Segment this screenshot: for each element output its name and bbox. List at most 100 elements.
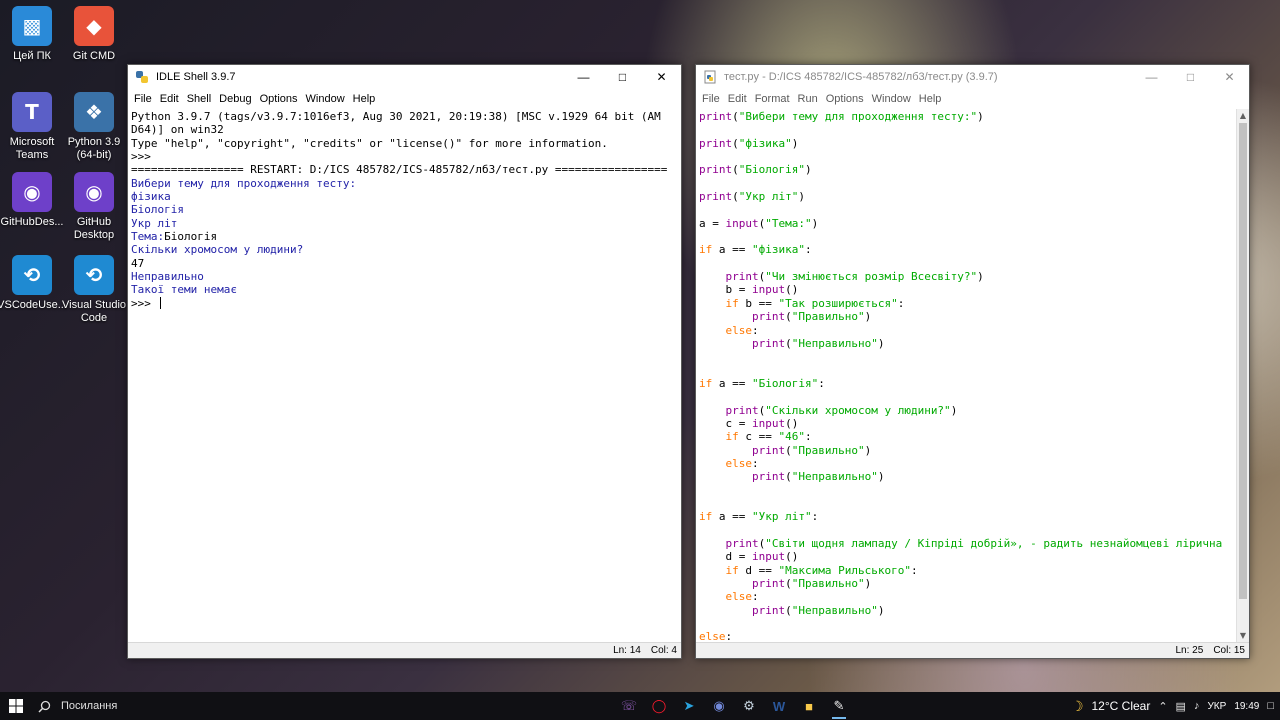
- shell-output-area[interactable]: Python 3.9.7 (tags/v3.9.7:1016ef3, Aug 3…: [128, 109, 681, 642]
- shell-col-indicator: Col: 4: [650, 645, 677, 656]
- editor-menu-file[interactable]: File: [698, 93, 724, 105]
- minimize-icon[interactable]: —: [564, 65, 603, 89]
- notifications-icon[interactable]: □: [1267, 700, 1274, 712]
- code-line: d = input(): [699, 550, 799, 564]
- desktop-shortcut[interactable]: ⟲ Visual Studio Code: [62, 255, 126, 325]
- editor-menu-window[interactable]: Window: [868, 93, 915, 105]
- maximize-icon[interactable]: □: [1171, 65, 1210, 89]
- search-label: Посилання: [61, 700, 118, 712]
- editor-vertical-scrollbar[interactable]: ▲ ▼: [1236, 109, 1249, 642]
- editor-menu-edit[interactable]: Edit: [724, 93, 751, 105]
- code-line: print("фізика"): [699, 136, 799, 150]
- code-line: else:: [725, 590, 759, 604]
- editor-titlebar[interactable]: тест.py - D:/ICS 485782/ICS-485782/лб3/т…: [696, 65, 1249, 89]
- code-line: if a == "фізика":: [699, 243, 812, 257]
- shell-titlebar[interactable]: IDLE Shell 3.9.7 — □ ✕: [128, 65, 681, 89]
- network-icon[interactable]: ▤: [1176, 700, 1186, 713]
- idle-editor-window[interactable]: тест.py - D:/ICS 485782/ICS-485782/лб3/т…: [695, 64, 1250, 659]
- scrollbar-thumb[interactable]: [1239, 123, 1247, 599]
- shell-menu-window[interactable]: Window: [302, 93, 349, 105]
- desktop-shortcut[interactable]: T Microsoft Teams: [0, 92, 64, 162]
- idle-shell-window[interactable]: IDLE Shell 3.9.7 — □ ✕ File Edit Shell Debu…: [127, 64, 682, 659]
- code-line: print("Вибери тему для проходження тесту…: [699, 110, 984, 123]
- git-icon: ◆: [74, 6, 114, 46]
- desktop-shortcut-label: GitHub Desktop: [73, 216, 115, 241]
- this-pc-icon: ▩: [12, 6, 52, 46]
- code-line: print("Неправильно"): [751, 603, 885, 617]
- desktop-shortcut[interactable]: ◉ GitHubDes...: [0, 172, 64, 229]
- chevron-up-icon[interactable]: ⌃: [1158, 700, 1167, 713]
- editor-menu-run[interactable]: Run: [794, 93, 822, 105]
- shell-menu-shell[interactable]: Shell: [183, 93, 215, 105]
- desktop-shortcut-label: Python 3.9 (64-bit): [67, 136, 121, 161]
- desktop-shortcut[interactable]: ▩ Цей ПК: [0, 6, 64, 63]
- viber-icon[interactable]: ☏: [616, 693, 642, 719]
- language-indicator[interactable]: УКР: [1207, 701, 1226, 712]
- shell-line: Біологія: [131, 203, 184, 217]
- code-line: print("Світи щодня лампаду / Кіпріді доб…: [725, 537, 1223, 550]
- close-icon[interactable]: ✕: [1210, 65, 1249, 89]
- desktop-shortcut-label: VSCodeUse...: [0, 299, 67, 311]
- shell-menu-file[interactable]: File: [130, 93, 156, 105]
- python-icon: [134, 69, 150, 85]
- shell-menu-edit[interactable]: Edit: [156, 93, 183, 105]
- clock[interactable]: 19:49: [1234, 701, 1259, 712]
- shell-menu-options[interactable]: Options: [256, 93, 302, 105]
- code-line: if a == "Укр літ":: [699, 510, 819, 524]
- shell-menu-debug[interactable]: Debug: [215, 93, 255, 105]
- editor-menu-format[interactable]: Format: [751, 93, 794, 105]
- file-explorer-icon[interactable]: ■: [796, 693, 822, 719]
- python-icon: ❖: [74, 92, 114, 132]
- code-line: else:: [725, 456, 759, 470]
- weather-text[interactable]: 12°C Clear: [1092, 699, 1151, 713]
- windows-logo-icon: [9, 699, 23, 713]
- telegram-icon[interactable]: ➤: [676, 693, 702, 719]
- desktop-shortcut[interactable]: ❖ Python 3.9 (64-bit): [62, 92, 126, 162]
- desktop-shortcut-label: Git CMD: [72, 50, 116, 62]
- scroll-down-icon[interactable]: ▼: [1237, 629, 1249, 642]
- start-button[interactable]: [0, 692, 32, 720]
- minimize-icon[interactable]: —: [1132, 65, 1171, 89]
- shell-menu-help[interactable]: Help: [349, 93, 380, 105]
- search-icon: [38, 700, 51, 713]
- word-icon[interactable]: W: [766, 693, 792, 719]
- weather-moon-icon[interactable]: ☽: [1071, 698, 1084, 715]
- editor-col-indicator: Col: 15: [1213, 645, 1245, 656]
- volume-icon[interactable]: ♪: [1194, 700, 1200, 712]
- scroll-up-icon[interactable]: ▲: [1237, 109, 1249, 122]
- taskbar-search[interactable]: Посилання: [32, 692, 272, 720]
- shell-line: 47: [131, 256, 145, 270]
- desktop-shortcut[interactable]: ⟲ VSCodeUse...: [0, 255, 67, 312]
- github-icon: ◉: [12, 172, 52, 212]
- maximize-icon[interactable]: □: [603, 65, 642, 89]
- shell-prompt-line[interactable]: >>>: [131, 296, 681, 310]
- code-line: print("Правильно"): [751, 577, 872, 591]
- desktop-shortcut-label: Цей ПК: [13, 50, 51, 62]
- close-icon[interactable]: ✕: [642, 65, 681, 89]
- code-editor-area[interactable]: print("Вибери тему для проходження тесту…: [696, 109, 1236, 642]
- desktop-shortcut[interactable]: ◆ Git CMD: [62, 6, 126, 63]
- editor-menu-help[interactable]: Help: [915, 93, 946, 105]
- taskbar: Посилання ☏ ◯ ➤ ◉ ⚙ W ■ ✎ ☽ 12°C Clear ⌃…: [0, 692, 1280, 720]
- editor-menu-options[interactable]: Options: [822, 93, 868, 105]
- code-line: print("Скільки хромосом у людини?"): [725, 403, 958, 417]
- code-line: print("Укр літ"): [699, 190, 805, 204]
- text-cursor: [159, 296, 161, 309]
- code-line: if d == "Максима Рильського":: [725, 563, 918, 577]
- steam-icon[interactable]: ⚙: [736, 693, 762, 719]
- desktop-shortcut-label: Microsoft Teams: [9, 136, 55, 161]
- idle-taskbar-icon[interactable]: ✎: [826, 693, 852, 719]
- editor-line-indicator: Ln: 25: [1175, 645, 1204, 656]
- shell-line: Неправильно: [131, 270, 204, 284]
- opera-icon[interactable]: ◯: [646, 693, 672, 719]
- desktop-shortcut[interactable]: ◉ GitHub Desktop: [62, 172, 126, 242]
- discord-icon[interactable]: ◉: [706, 693, 732, 719]
- shell-line: ================= RESTART: D:/ICS 485782…: [131, 163, 668, 177]
- code-line: print("Біологія"): [699, 163, 812, 177]
